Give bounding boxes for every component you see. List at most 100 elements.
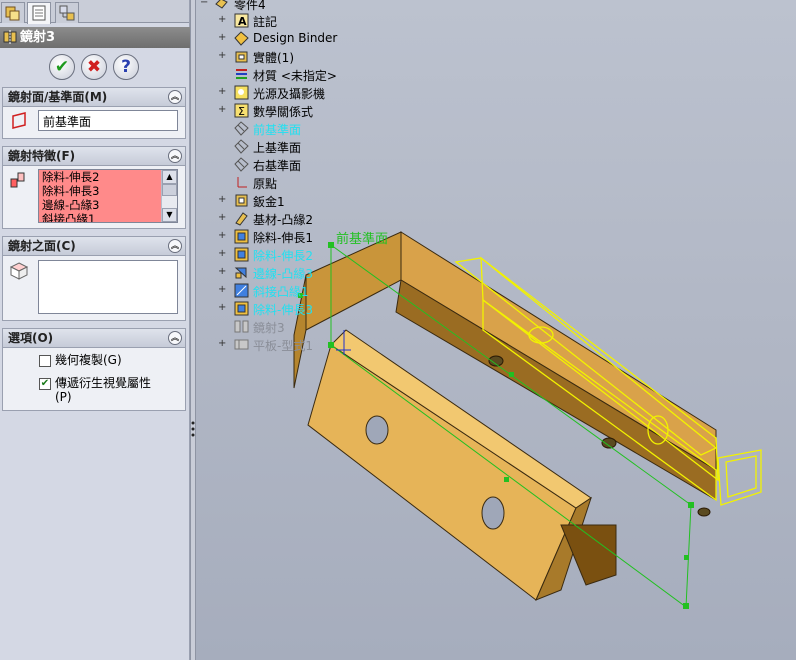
tree-item[interactable]: + 邊線-凸緣3	[196, 264, 396, 282]
tree-item-label: 鏡射3	[253, 321, 285, 335]
expand-icon[interactable]: +	[218, 213, 227, 223]
tree-item[interactable]: + 光源及攝影機	[196, 84, 396, 102]
cut-extrude-icon	[234, 247, 249, 262]
mirror-features-group-header[interactable]: 鏡射特徵(F) ︽	[3, 147, 185, 166]
tree-item[interactable]: + 除料-伸長2	[196, 246, 396, 264]
property-manager-panel: 鏡射3 ✔ ✖ ? 鏡射面/基準面(M) ︽ 前基準面 鏡射特徵(F) ︽ 除料…	[0, 0, 190, 660]
geometry-pattern-option[interactable]: 幾何複製(G)	[39, 353, 122, 369]
origin-icon	[237, 177, 247, 188]
hole	[365, 415, 389, 445]
configuration-icon	[59, 5, 75, 21]
expand-icon[interactable]: +	[218, 231, 227, 241]
feature-title: 鏡射3	[20, 30, 56, 45]
feature-manager-tab[interactable]	[1, 2, 25, 23]
ok-button[interactable]: ✔	[49, 54, 75, 80]
tree-item-label: 斜接凸緣1	[253, 285, 309, 299]
mirror-face-group-header[interactable]: 鏡射面/基準面(M) ︽	[3, 88, 185, 107]
options-group-title: 選項(O)	[8, 331, 54, 345]
cut-extrude-icon	[234, 229, 249, 244]
feature-title-bar: 鏡射3	[0, 27, 190, 48]
tree-item[interactable]: + 斜接凸緣1	[196, 282, 396, 300]
expand-icon[interactable]: +	[218, 105, 227, 115]
tree-item-label: 原點	[253, 177, 278, 191]
mirror-plane-field[interactable]: 前基準面	[38, 110, 178, 131]
expand-icon[interactable]: +	[218, 303, 227, 313]
tree-item[interactable]: + 基材-凸緣2	[196, 210, 396, 228]
tree-item[interactable]: + 除料-伸長1	[196, 228, 396, 246]
tree-item[interactable]: 上基準面	[196, 138, 396, 156]
property-manager-tab[interactable]	[27, 2, 51, 24]
mirror-features-group: 鏡射特徵(F) ︽ 除料-伸長2 除料-伸長3 邊線-凸緣3 斜接凸緣1 ▲ ▼	[2, 146, 186, 229]
mirror-faces-group-header[interactable]: 鏡射之面(C) ︽	[3, 237, 185, 256]
features-select-icon	[10, 172, 25, 188]
propagate-visual-label: 傳遞衍生視覺屬性	[55, 376, 152, 390]
list-item[interactable]: 邊線-凸緣3	[39, 198, 177, 212]
tree-item-label: 除料-伸長3	[253, 303, 313, 317]
tree-item[interactable]: + Design Binder	[196, 30, 396, 48]
help-button[interactable]: ?	[113, 54, 139, 80]
mirror-features-group-title: 鏡射特徵(F)	[8, 149, 76, 163]
tree-item[interactable]: 右基準面	[196, 156, 396, 174]
options-group-header[interactable]: 選項(O) ︽	[3, 329, 185, 348]
mirror-faces-group-title: 鏡射之面(C)	[8, 239, 76, 253]
list-scrollbar[interactable]: ▲ ▼	[161, 170, 177, 222]
list-item[interactable]: 斜接凸緣1	[39, 212, 177, 222]
part-icon	[215, 0, 228, 9]
scroll-thumb[interactable]	[162, 184, 177, 196]
collapse-chevron-icon[interactable]: ︽	[168, 90, 182, 104]
expand-icon[interactable]: +	[218, 15, 227, 25]
hole	[697, 507, 711, 517]
expand-icon[interactable]: +	[218, 87, 227, 97]
expand-icon[interactable]: +	[218, 339, 227, 349]
mirror-feature-icon	[3, 30, 17, 44]
tree-item[interactable]: + 實體(1)	[196, 48, 396, 66]
tree-item[interactable]: 材質 <未指定>	[196, 66, 396, 84]
plane-select-icon	[12, 112, 26, 129]
cut-extrude-icon	[234, 301, 249, 316]
expand-icon[interactable]: +	[218, 195, 227, 205]
list-item[interactable]: 除料-伸長2	[39, 170, 177, 184]
svg-text:A: A	[238, 15, 247, 28]
configuration-manager-tab[interactable]	[55, 2, 79, 23]
solid-bodies-icon	[235, 51, 248, 63]
propagate-visual-checkbox[interactable]: ✔	[39, 377, 51, 390]
close-icon: ✖	[86, 57, 102, 77]
expand-icon[interactable]: +	[218, 249, 227, 259]
expand-icon[interactable]: +	[218, 267, 227, 277]
tree-item[interactable]: + 除料-伸長3	[196, 300, 396, 318]
expand-icon[interactable]: +	[218, 51, 227, 61]
scroll-down-icon[interactable]: ▼	[162, 208, 177, 222]
tree-item-label: 實體(1)	[253, 51, 294, 65]
tree-item[interactable]: + A 註記	[196, 12, 396, 30]
list-item[interactable]: 除料-伸長3	[39, 184, 177, 198]
tree-item[interactable]: + 平板-型式1	[196, 336, 396, 354]
tree-item-label: 材質 <未指定>	[253, 69, 337, 83]
tree-item[interactable]: + Σ 數學關係式	[196, 102, 396, 120]
expand-icon[interactable]: +	[218, 285, 227, 295]
tree-item[interactable]: 原點	[196, 174, 396, 192]
mirror-faces-group: 鏡射之面(C) ︽	[2, 236, 186, 321]
scroll-up-icon[interactable]: ▲	[162, 170, 177, 184]
expand-icon[interactable]: +	[218, 33, 227, 43]
cancel-button[interactable]: ✖	[81, 54, 107, 80]
mirror-faces-list[interactable]	[38, 260, 178, 314]
help-icon: ?	[121, 57, 131, 77]
plane-icon	[234, 139, 249, 154]
tree-item[interactable]: + 鈑金1	[196, 192, 396, 210]
annotation-icon: A	[234, 13, 249, 28]
collapse-chevron-icon[interactable]: ︽	[168, 239, 182, 253]
tree-item[interactable]: 前基準面	[196, 120, 396, 138]
collapse-icon[interactable]: −	[200, 0, 209, 8]
svg-text:Σ: Σ	[238, 105, 245, 118]
tree-item[interactable]: 鏡射3	[196, 318, 396, 336]
manager-tabs	[0, 0, 189, 24]
plane-icon	[234, 157, 249, 172]
graphics-viewport[interactable]: 前基準面 − 零件4 + A 註記 + Design Binder + 實體(1) 材質 <未…	[196, 0, 796, 660]
collapse-chevron-icon[interactable]: ︽	[168, 331, 182, 345]
action-buttons-row: ✔ ✖ ?	[0, 52, 190, 82]
geometry-pattern-checkbox[interactable]	[39, 354, 51, 367]
collapse-chevron-icon[interactable]: ︽	[168, 149, 182, 163]
mirror-features-list[interactable]: 除料-伸長2 除料-伸長3 邊線-凸緣3 斜接凸緣1 ▲ ▼	[38, 169, 178, 223]
material-icon	[236, 69, 247, 79]
tree-item-label: 邊線-凸緣3	[253, 267, 313, 281]
